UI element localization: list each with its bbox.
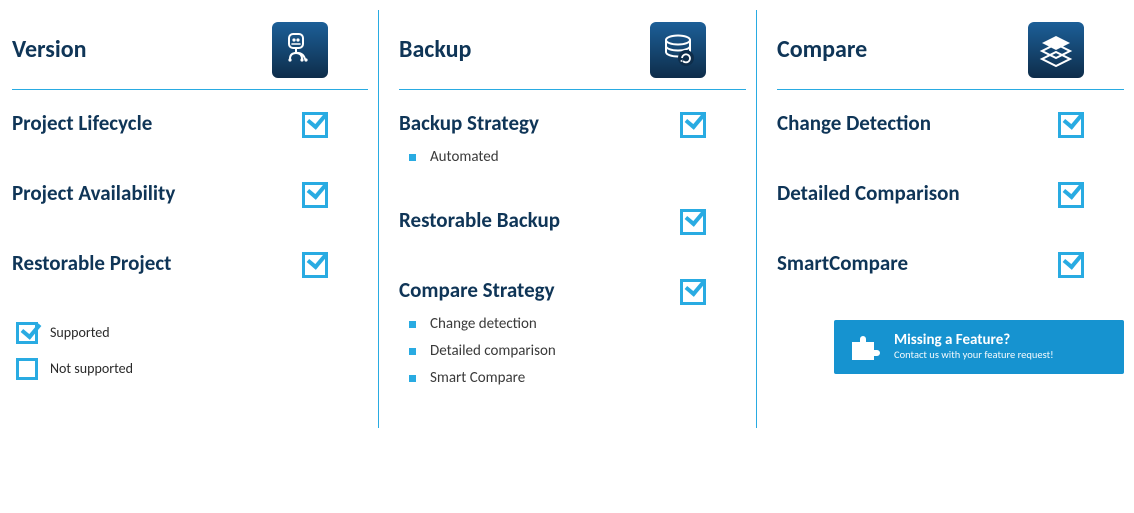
list-item: Change detection — [409, 311, 556, 338]
feature-row: Change Detection — [777, 110, 1124, 144]
feature-row: Project Lifecycle — [12, 110, 368, 144]
columns-grid: Version — [0, 10, 1134, 428]
layers-icon — [1028, 22, 1084, 78]
feature-sub-list: Change detection Detailed comparison Sma… — [399, 311, 556, 392]
feature-label: Backup Strategy — [399, 110, 539, 136]
features-list: Project Lifecycle Project Availability R… — [12, 90, 368, 284]
feature-label: Project Lifecycle — [12, 110, 152, 136]
features-list: Change Detection Detailed Comparison Sma… — [777, 90, 1124, 284]
column-version: Version — [0, 10, 378, 428]
checkbox-icon — [680, 112, 706, 138]
checkbox-icon — [1058, 182, 1084, 208]
feature-row: Compare Strategy Change detection Detail… — [399, 277, 746, 392]
column-title: Version — [12, 35, 87, 64]
column-header: Backup — [399, 10, 746, 90]
feature-sub-list: Automated — [399, 144, 539, 171]
column-title: Compare — [777, 35, 867, 64]
checkbox-empty-icon — [16, 358, 38, 380]
checkbox-icon — [302, 252, 328, 278]
checkbox-icon — [302, 182, 328, 208]
column-header: Compare — [777, 10, 1124, 90]
legend-not-supported: Not supported — [16, 356, 368, 380]
feature-label: SmartCompare — [777, 250, 908, 276]
checkbox-icon — [680, 279, 706, 305]
legend-label: Not supported — [50, 360, 133, 377]
checkbox-icon — [302, 112, 328, 138]
puzzle-icon — [846, 328, 884, 366]
checkbox-icon — [1058, 112, 1084, 138]
feature-row: Project Availability — [12, 180, 368, 214]
checkbox-icon — [680, 209, 706, 235]
legend-label: Supported — [50, 324, 110, 341]
missing-feature-cta[interactable]: Missing a Feature? Contact us with your … — [834, 320, 1124, 374]
feature-label: Change Detection — [777, 110, 931, 136]
feature-row: SmartCompare — [777, 250, 1124, 284]
robot-icon — [272, 22, 328, 78]
checkbox-icon — [1058, 252, 1084, 278]
feature-label: Project Availability — [12, 180, 175, 206]
legend: Supported Not supported — [12, 320, 368, 380]
column-backup: Backup Backup Strategy — [378, 10, 756, 428]
legend-supported: Supported — [16, 320, 368, 344]
feature-matrix: Version — [0, 0, 1134, 468]
feature-label: Restorable Backup — [399, 207, 560, 233]
list-item: Smart Compare — [409, 365, 556, 392]
cta-text: Missing a Feature? Contact us with your … — [894, 332, 1054, 361]
feature-label: Restorable Project — [12, 250, 171, 276]
column-compare: Compare Change Detection Detailed Compar… — [756, 10, 1134, 428]
database-icon — [650, 22, 706, 78]
feature-label: Compare Strategy — [399, 277, 556, 303]
feature-row: Backup Strategy Automated — [399, 110, 746, 171]
feature-label: Detailed Comparison — [777, 180, 960, 206]
checkbox-icon — [16, 322, 38, 344]
features-list: Backup Strategy Automated Restorable Bac… — [399, 90, 746, 392]
column-header: Version — [12, 10, 368, 90]
list-item: Detailed comparison — [409, 338, 556, 365]
list-item: Automated — [409, 144, 539, 171]
feature-row: Detailed Comparison — [777, 180, 1124, 214]
feature-row: Restorable Project — [12, 250, 368, 284]
feature-row: Restorable Backup — [399, 207, 746, 241]
cta-subtitle: Contact us with your feature request! — [894, 349, 1054, 362]
cta-title: Missing a Feature? — [894, 332, 1054, 349]
column-title: Backup — [399, 35, 471, 64]
